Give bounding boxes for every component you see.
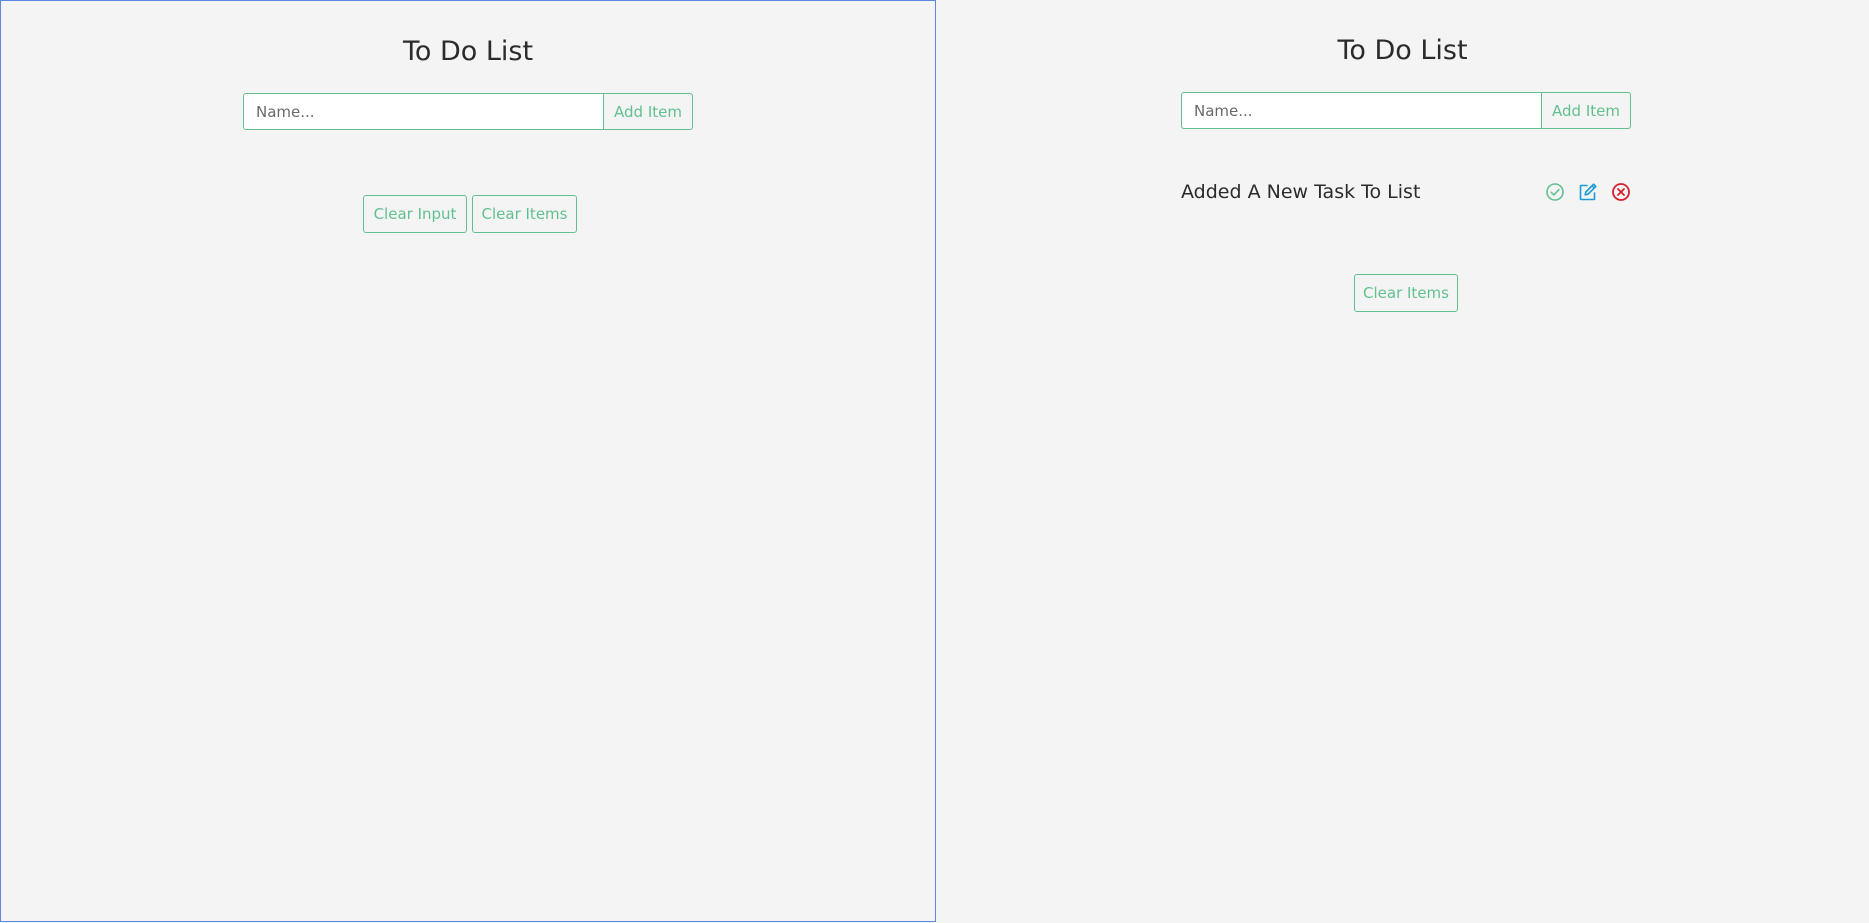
task-text: Added A New Task To List [1181, 181, 1421, 203]
edit-icon[interactable] [1578, 182, 1598, 202]
clear-items-button[interactable]: Clear Items [472, 195, 577, 233]
clear-items-button[interactable]: Clear Items [1354, 274, 1458, 312]
add-item-form: Add Item [243, 93, 693, 130]
delete-circle-icon[interactable] [1611, 182, 1631, 202]
add-item-form: Add Item [1181, 92, 1631, 129]
list-item: Added A New Task To List [1181, 177, 1631, 207]
check-circle-icon[interactable] [1545, 182, 1565, 202]
name-input[interactable] [243, 93, 603, 130]
page-title: To Do List [402, 36, 534, 67]
action-buttons: Clear Input Clear Items [363, 195, 577, 233]
add-item-button[interactable]: Add Item [603, 93, 693, 130]
add-item-button[interactable]: Add Item [1541, 92, 1631, 129]
clear-input-button[interactable]: Clear Input [363, 195, 467, 233]
action-buttons: Clear Items [1354, 274, 1458, 312]
name-input[interactable] [1181, 92, 1541, 129]
todo-panel-right: To Do List Add Item Added A New Task To … [936, 0, 1869, 922]
todo-panel-left: To Do List Add Item Clear Input Clear It… [0, 0, 936, 922]
task-actions [1545, 182, 1631, 202]
page-title: To Do List [1337, 35, 1468, 66]
